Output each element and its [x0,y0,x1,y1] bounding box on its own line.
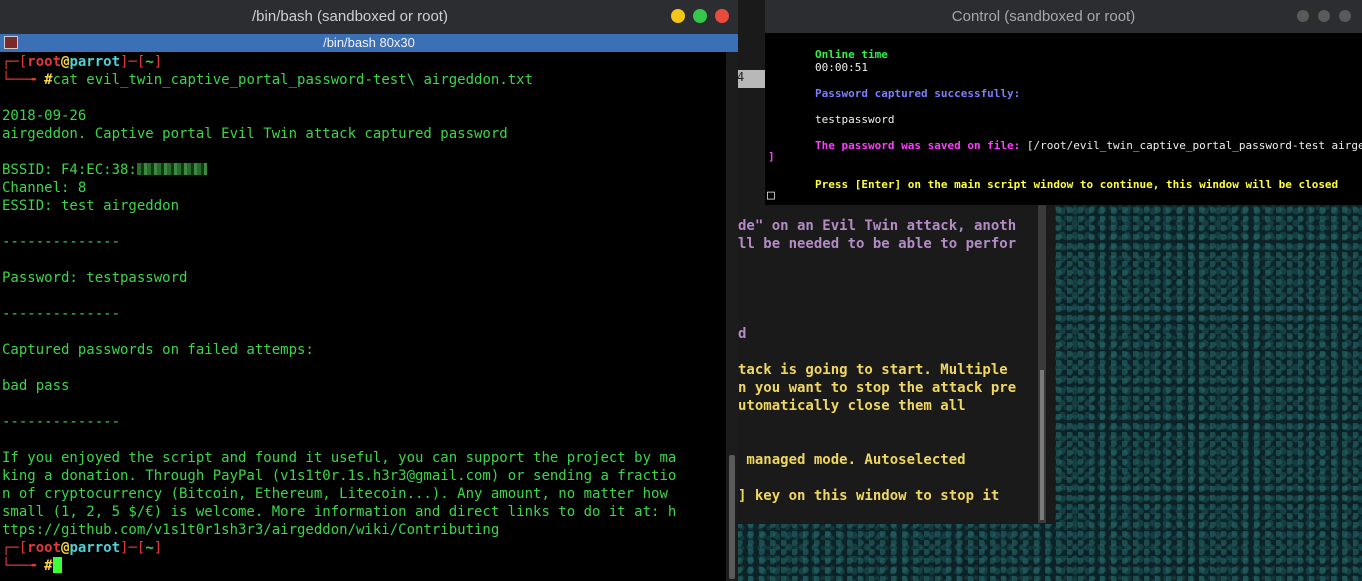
saved-file-label: The password was saved on file: [815,139,1027,152]
background-text-line: managed mode. Autoselected [738,452,966,468]
prompt-bracket: ] [153,540,163,556]
background-text-line: tack is going to start. Multiple [738,362,1008,378]
background-text-line: n you want to stop the attack pre [738,380,1017,396]
command-line: └──╼ #cat evil_twin_captive_portal_passw… [2,71,533,89]
background-text-line: de" on an Evil Twin attack, anoth [738,218,1017,234]
saved-file-line: The password was saved on file: [/root/e… [815,139,1362,152]
bracket-glyph: ] [768,150,775,163]
prompt-line: ┌─[root@parrot]─[~] [2,53,162,71]
online-time-value: 00:00:51 [815,61,868,74]
captured-password-value: testpassword [815,113,895,126]
output-line: ttps://github.com/v1s1t0r1sh3r3/airgeddo… [2,522,500,538]
minimize-button[interactable] [671,9,685,23]
saved-file-path: [/root/evil_twin_captive_portal_password… [1026,139,1362,152]
bssid-text: BSSID: F4:EC:38: [2,162,137,178]
output-line: king a donation. Through PayPal (v1s1t0r… [2,468,677,484]
bash-window-title: /bin/bash (sandboxed or root) [252,8,448,25]
prompt-hash: # [44,558,53,574]
output-line: Captured passwords on failed attemps: [2,342,314,358]
online-time-label: Online time [815,48,888,61]
bash-window-titlebar[interactable]: /bin/bash (sandboxed or root) [0,0,738,34]
box-glyph: □ [767,188,775,203]
bssid-line: BSSID: F4:EC:38: [2,161,207,179]
terminal-tab-bar[interactable]: /bin/bash 80x30 [0,34,738,52]
output-line: airgeddon. Captive portal Evil Twin atta… [2,126,508,142]
prompt-path: ~ [145,54,154,70]
close-button[interactable] [715,9,729,23]
terminal-scrollbar-thumb[interactable] [729,455,735,579]
bash-terminal-window[interactable]: /bin/bash (sandboxed or root) /bin/bash … [0,0,738,581]
background-tab-stub-label: 4 [737,70,745,84]
output-line: If you enjoyed the script and found it u… [2,450,677,466]
background-text-line: d [738,326,747,342]
prompt-host: parrot [69,540,121,556]
prompt-bracket: ┌─[ [2,540,28,556]
press-enter-message: Press [Enter] on the main script window … [815,178,1339,191]
prompt-arrow: └──╼ [2,72,45,88]
prompt-bracket: ]─[ [120,54,146,70]
prompt-line: ┌─[root@parrot]─[~] [2,539,162,557]
prompt-host: parrot [69,54,121,70]
prompt-path: ~ [145,540,154,556]
prompt-user: root [27,54,62,70]
background-scrollbar-thumb[interactable] [1040,370,1044,520]
control-window-title: Control (sandboxed or root) [951,8,1136,25]
password-captured-label: Password captured successfully: [815,87,1021,100]
output-line: ESSID: test airgeddon [2,198,180,214]
output-line: -------------- [2,234,121,250]
background-text-line: ] key on this window to stop it [738,488,1000,504]
background-tab-stub[interactable]: 4 [737,70,765,88]
output-line: bad pass [2,378,70,394]
minimize-button[interactable] [1297,10,1309,22]
text-cursor [52,557,62,573]
prompt-bracket: ] [153,54,163,70]
prompt-bracket: ┌─[ [2,54,28,70]
prompt-hash: # [44,72,53,88]
prompt-user: root [27,540,62,556]
background-text-line: ll be needed to be able to perfor [738,236,1017,252]
output-line: small (1, 2, 5 $/€) is welcome. More inf… [2,504,677,520]
terminal-tab-title[interactable]: /bin/bash 80x30 [0,34,738,52]
output-line: Password: testpassword [2,270,188,286]
terminal-output-area[interactable]: ┌─[root@parrot]─[~] └──╼ #cat evil_twin_… [0,52,726,581]
command-line[interactable]: └──╼ # [2,557,62,575]
background-text-line: utomatically close them all [738,398,966,414]
maximize-button[interactable] [1318,10,1330,22]
output-line: 2018-09-26 [2,108,87,124]
output-line: Channel: 8 [2,180,87,196]
prompt-bracket: ]─[ [120,540,146,556]
output-line: -------------- [2,414,121,430]
command-text: cat evil_twin_captive_portal_password-te… [52,72,534,88]
close-button[interactable] [1339,10,1351,22]
output-line: -------------- [2,306,121,322]
maximize-button[interactable] [693,9,707,23]
output-line: n of cryptocurrency (Bitcoin, Ethereum, … [2,486,668,502]
control-window-titlebar[interactable]: Control (sandboxed or root) [765,0,1362,33]
redacted-mac [136,163,207,175]
prompt-arrow: └──╼ [2,558,45,574]
